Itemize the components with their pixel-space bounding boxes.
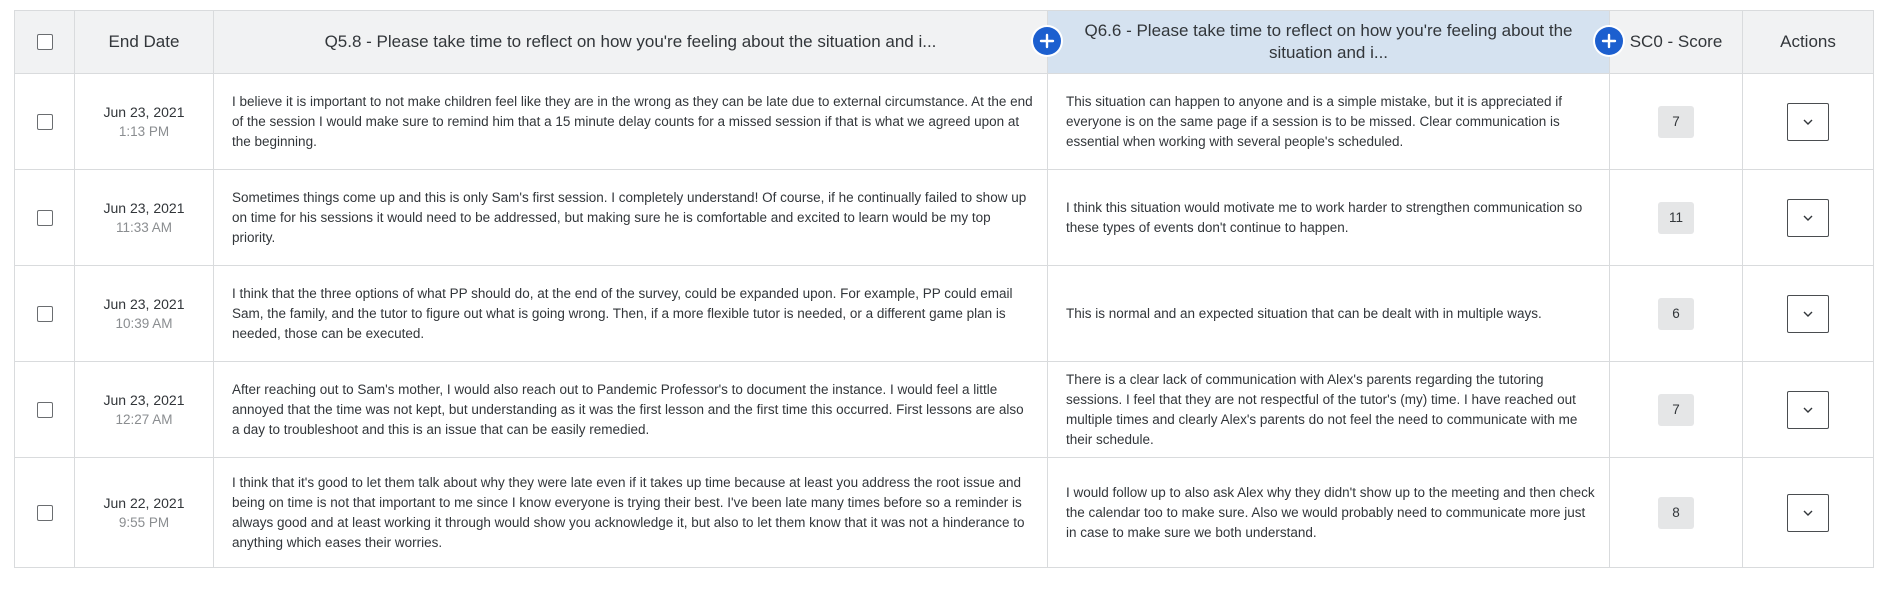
row-actions-dropdown-button[interactable]: [1787, 294, 1829, 333]
chevron-down-icon: [1803, 119, 1813, 125]
answer-text: I think that the three options of what P…: [232, 285, 1013, 341]
table-header-row: End Date Q5.8 - Please take time to refl…: [14, 10, 1874, 74]
actions-cell: [1742, 361, 1874, 458]
q66-cell: I think this situation would motivate me…: [1047, 169, 1610, 266]
chevron-down-icon: [1803, 510, 1813, 516]
column-header-q66[interactable]: Q6.6 - Please take time to reflect on ho…: [1047, 10, 1623, 74]
row-checkbox[interactable]: [36, 209, 53, 226]
date-text: Jun 23, 2021: [103, 200, 185, 216]
row-actions-dropdown-button[interactable]: [1787, 493, 1829, 532]
score-cell: 8: [1609, 457, 1743, 568]
row-checkbox[interactable]: [36, 504, 53, 521]
end-date-cell: Jun 23, 2021 1:13 PM: [74, 73, 214, 170]
column-header-q58[interactable]: Q5.8 - Please take time to reflect on ho…: [213, 10, 1061, 74]
column-header-actions: Actions: [1742, 10, 1874, 74]
table-row: Jun 23, 2021 12:27 AM After reaching out…: [14, 361, 1874, 458]
column-header-label: SC0 - Score: [1629, 32, 1723, 51]
q66-cell: This situation can happen to anyone and …: [1047, 73, 1610, 170]
row-checkbox[interactable]: [36, 305, 53, 322]
time-text: 10:39 AM: [115, 316, 173, 331]
column-header-end-date[interactable]: End Date: [74, 10, 214, 74]
end-date-cell: Jun 23, 2021 10:39 AM: [74, 265, 214, 362]
answer-text: This is normal and an expected situation…: [1066, 305, 1542, 321]
chevron-down-icon: [1803, 215, 1813, 221]
end-date-cell: Jun 23, 2021 12:27 AM: [74, 361, 214, 458]
time-text: 12:27 AM: [115, 412, 173, 427]
column-header-label: Actions: [1780, 32, 1836, 51]
score-cell: 6: [1609, 265, 1743, 362]
actions-cell: [1742, 169, 1874, 266]
date-text: Jun 23, 2021: [103, 104, 185, 120]
time-text: 11:33 AM: [115, 220, 173, 235]
answer-text: After reaching out to Sam's mother, I wo…: [232, 381, 1024, 437]
score-badge: 11: [1658, 201, 1694, 234]
q66-cell: This is normal and an expected situation…: [1047, 265, 1610, 362]
answer-text: This situation can happen to anyone and …: [1066, 93, 1563, 149]
date-text: Jun 23, 2021: [103, 296, 185, 312]
date-text: Jun 22, 2021: [103, 495, 185, 511]
row-actions-dropdown-button[interactable]: [1787, 198, 1829, 237]
score-cell: 7: [1609, 361, 1743, 458]
actions-cell: [1742, 265, 1874, 362]
score-cell: 7: [1609, 73, 1743, 170]
time-text: 9:55 PM: [118, 515, 170, 530]
score-cell: 11: [1609, 169, 1743, 266]
date-text: Jun 23, 2021: [103, 392, 185, 408]
column-header-label: Q5.8 - Please take time to reflect on ho…: [324, 32, 937, 51]
table-row: Jun 23, 2021 10:39 AM I think that the t…: [14, 265, 1874, 362]
column-header-label: Q6.6 - Please take time to reflect on ho…: [1084, 21, 1573, 62]
responses-table: End Date Q5.8 - Please take time to refl…: [14, 10, 1874, 568]
add-column-button[interactable]: [1033, 27, 1061, 55]
row-actions-dropdown-button[interactable]: [1787, 102, 1829, 141]
score-badge: 7: [1658, 105, 1694, 138]
answer-text: I think that it's good to let them talk …: [232, 474, 1025, 550]
answer-text: I believe it is important to not make ch…: [232, 93, 1033, 149]
answer-text: I think this situation would motivate me…: [1066, 199, 1583, 235]
score-badge: 8: [1658, 496, 1694, 529]
select-all-header: [14, 10, 75, 74]
score-badge: 7: [1658, 393, 1694, 426]
q58-cell: Sometimes things come up and this is onl…: [213, 169, 1048, 266]
row-checkbox[interactable]: [36, 401, 53, 418]
actions-cell: [1742, 457, 1874, 568]
score-badge: 6: [1658, 297, 1694, 330]
column-header-score[interactable]: SC0 - Score: [1609, 10, 1743, 74]
end-date-cell: Jun 22, 2021 9:55 PM: [74, 457, 214, 568]
select-all-checkbox[interactable]: [36, 34, 53, 50]
answer-text: Sometimes things come up and this is onl…: [232, 189, 1027, 245]
q58-cell: I think that the three options of what P…: [213, 265, 1048, 362]
plus-icon: [1039, 33, 1055, 49]
row-checkbox[interactable]: [36, 113, 53, 130]
add-column-button[interactable]: [1595, 27, 1623, 55]
q66-cell: There is a clear lack of communication w…: [1047, 361, 1610, 458]
row-actions-dropdown-button[interactable]: [1787, 390, 1829, 429]
column-header-label: End Date: [108, 32, 180, 51]
q58-cell: After reaching out to Sam's mother, I wo…: [213, 361, 1048, 458]
responses-table-container: End Date Q5.8 - Please take time to refl…: [14, 10, 1874, 568]
table-row: Jun 23, 2021 11:33 AM Sometimes things c…: [14, 169, 1874, 266]
end-date-cell: Jun 23, 2021 11:33 AM: [74, 169, 214, 266]
answer-text: There is a clear lack of communication w…: [1066, 371, 1578, 447]
q58-cell: I think that it's good to let them talk …: [213, 457, 1048, 568]
table-row: Jun 22, 2021 9:55 PM I think that it's g…: [14, 457, 1874, 568]
plus-icon: [1601, 33, 1617, 49]
table-row: Jun 23, 2021 1:13 PM I believe it is imp…: [14, 73, 1874, 170]
q66-cell: I would follow up to also ask Alex why t…: [1047, 457, 1610, 568]
q58-cell: I believe it is important to not make ch…: [213, 73, 1048, 170]
chevron-down-icon: [1803, 407, 1813, 413]
actions-cell: [1742, 73, 1874, 170]
answer-text: I would follow up to also ask Alex why t…: [1066, 484, 1595, 540]
chevron-down-icon: [1803, 311, 1813, 317]
time-text: 1:13 PM: [118, 124, 170, 139]
